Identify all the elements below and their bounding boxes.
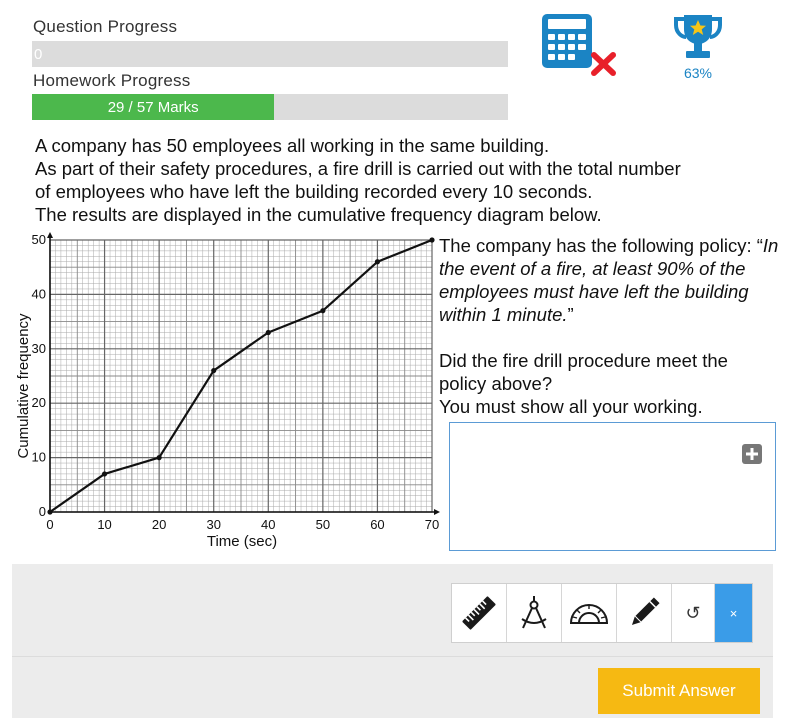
question-progress-value: 0: [34, 45, 43, 63]
score-percent: 63%: [683, 65, 713, 81]
question-progress-label: Question Progress: [33, 17, 178, 36]
instruction-line: You must show all your working.: [439, 396, 703, 417]
homework-progress-fill: 29 / 57 Marks: [32, 94, 275, 120]
y-tick-label: 30: [32, 341, 46, 356]
trophy-icon: [672, 13, 724, 61]
protractor-icon[interactable]: [562, 584, 617, 642]
x-tick-label: 30: [206, 517, 220, 532]
x-axis-arrow: [434, 509, 440, 515]
submit-answer-button[interactable]: Submit Answer: [598, 668, 760, 714]
chart-y-label: Cumulative frequency: [15, 313, 32, 459]
x-tick-label: 0: [46, 517, 53, 532]
ruler-icon[interactable]: [452, 584, 507, 642]
undo-icon[interactable]: ↺: [672, 584, 715, 642]
y-tick-label: 10: [32, 450, 46, 465]
homework-progress-value: 29 / 57 Marks: [107, 98, 199, 116]
chart-x-label: Time (sec): [207, 533, 277, 550]
question-line: As part of their safety procedures, a fi…: [35, 158, 681, 179]
homework-progress-label: Homework Progress: [33, 71, 191, 90]
homework-progress-bar: 29 / 57 Marks: [32, 94, 508, 120]
x-tick-label: 20: [152, 517, 166, 532]
x-tick-label: 40: [261, 517, 275, 532]
question-line: of employees who have left the building …: [35, 181, 593, 202]
data-point: [265, 329, 271, 336]
tools-divider: [12, 656, 773, 657]
question-line: A company has 50 employees all working i…: [35, 135, 550, 156]
data-point: [211, 367, 217, 374]
question-progress-bar: 0: [32, 41, 508, 67]
close-tools-button[interactable]: ×: [715, 584, 752, 642]
compass-icon[interactable]: [507, 584, 562, 642]
data-point: [101, 471, 108, 477]
chart-mid-grid: [50, 240, 432, 512]
pencil-icon[interactable]: [617, 584, 672, 642]
policy-text: The company has the following policy: “I…: [439, 234, 779, 326]
x-tick-label: 10: [97, 517, 111, 532]
data-point: [320, 308, 326, 314]
y-tick-label: 0: [39, 504, 46, 519]
question-prompt: Did the fire drill procedure meet the po…: [439, 349, 779, 418]
question-line: The results are displayed in the cumulat…: [35, 204, 602, 225]
y-tick-label: 40: [32, 286, 46, 301]
plus-icon[interactable]: [742, 444, 762, 464]
y-tick-label: 20: [32, 395, 46, 410]
answer-input[interactable]: [449, 422, 776, 551]
policy-lead: The company has the following policy: “: [439, 235, 763, 256]
question-intro: A company has 50 employees all working i…: [35, 134, 775, 226]
data-point: [156, 455, 162, 461]
x-tick-label: 70: [425, 517, 439, 532]
data-point: [374, 259, 381, 265]
y-axis-arrow: [47, 232, 53, 238]
drawing-tools-group: ↺ ×: [451, 583, 753, 643]
data-point: [429, 237, 435, 243]
prompt-line: Did the fire drill procedure meet the po…: [439, 350, 728, 394]
calculator-not-allowed-icon: [541, 13, 621, 79]
policy-close: ”: [567, 304, 574, 325]
x-tick-label: 50: [316, 517, 330, 532]
cumulative-frequency-chart: 0 10 20 30 40 50 60 70 0 10 20 30 40 50 Time (sec) Cu…: [15, 232, 440, 550]
x-tick-label: 60: [370, 517, 384, 532]
data-point: [47, 509, 53, 515]
y-tick-label: 50: [32, 232, 46, 247]
